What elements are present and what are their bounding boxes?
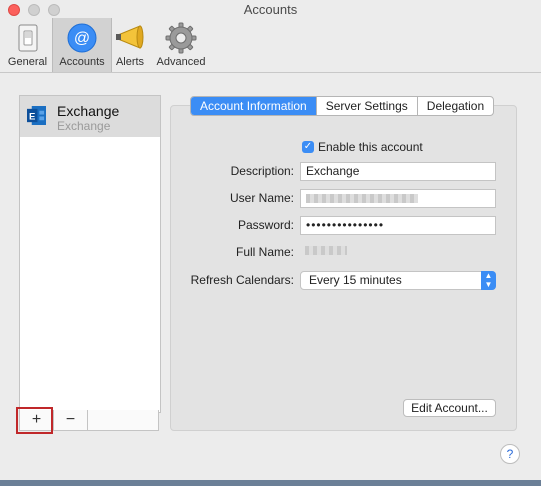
description-field[interactable]: Exchange: [300, 162, 496, 181]
password-field[interactable]: •••••••••••••••: [300, 216, 496, 235]
tab-bar: Account Information Server Settings Dele…: [190, 96, 495, 116]
password-label: Password:: [237, 218, 294, 232]
add-button-highlight: [16, 407, 53, 434]
toolbar-alerts-label: Alerts: [115, 56, 145, 68]
tab-delegation[interactable]: Delegation: [418, 97, 493, 115]
account-type: Exchange: [57, 119, 111, 133]
toolbar-accounts-label: Accounts: [59, 56, 105, 68]
refresh-calendars-value: Every 15 minutes: [309, 273, 402, 287]
fullname-label: Full Name:: [235, 245, 294, 259]
toolbar-alerts[interactable]: Alerts: [111, 18, 149, 72]
enable-account-label: Enable this account: [318, 140, 423, 154]
exchange-logo-icon: E: [27, 106, 46, 125]
refresh-calendars-select[interactable]: Every 15 minutes ▲ ▼: [300, 271, 496, 290]
tab-account-information[interactable]: Account Information: [191, 97, 317, 115]
svg-text:@: @: [74, 30, 90, 47]
redacted-username: [306, 194, 418, 204]
remove-account-button[interactable]: −: [54, 410, 88, 430]
refresh-calendars-label: Refresh Calendars:: [190, 273, 294, 287]
desktop-background-strip: [0, 480, 541, 486]
toolbar-general-label: General: [7, 56, 48, 68]
at-sign-icon: @: [67, 23, 97, 53]
light-switch-icon: [18, 24, 37, 52]
redacted-fullname: [305, 246, 347, 255]
username-label: User Name:: [229, 191, 294, 205]
chevron-updown-icon: ▲ ▼: [481, 271, 496, 290]
accounts-list[interactable]: E Exchange Exchange: [19, 95, 161, 413]
enable-account-checkbox[interactable]: ✓: [302, 141, 314, 153]
toolbar-general[interactable]: General: [5, 18, 50, 72]
preferences-toolbar: General @ Accounts Alerts Advanced: [0, 18, 541, 73]
edit-account-button[interactable]: Edit Account...: [403, 399, 496, 417]
window-title: Accounts: [243, 2, 298, 17]
username-field[interactable]: [300, 189, 496, 208]
preferences-window: Accounts General @ Accounts Alerts Advan…: [0, 0, 541, 486]
toolbar-advanced-label: Advanced: [156, 56, 206, 68]
help-button[interactable]: ?: [500, 444, 520, 464]
gear-icon: [165, 22, 197, 54]
description-label: Description:: [230, 164, 294, 178]
tab-server-settings[interactable]: Server Settings: [317, 97, 418, 115]
megaphone-icon: [116, 25, 144, 49]
toolbar-accounts[interactable]: @ Accounts: [52, 18, 112, 72]
svg-text:E: E: [29, 111, 35, 122]
account-name: Exchange: [57, 103, 120, 119]
toolbar-advanced[interactable]: Advanced: [151, 18, 211, 72]
list-item-exchange-account[interactable]: E Exchange Exchange: [20, 96, 160, 137]
